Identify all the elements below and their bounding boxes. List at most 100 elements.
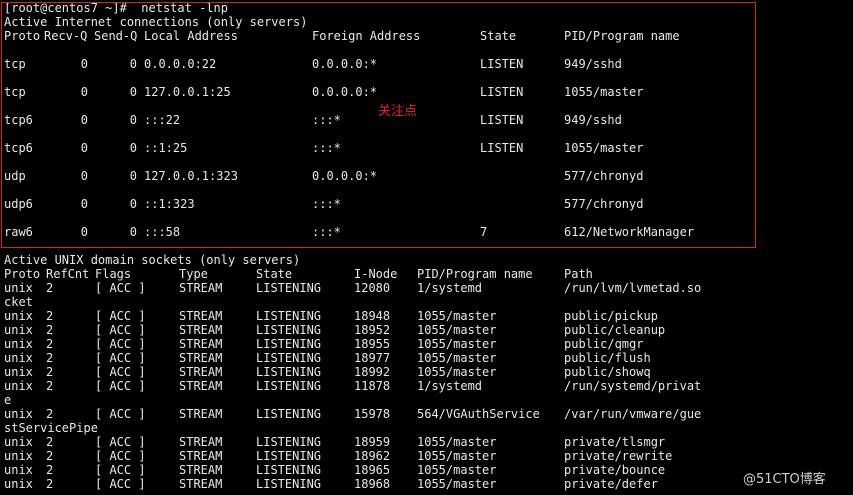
unix-cell: 15978	[354, 407, 391, 421]
unix-cell: [ ACC ]	[95, 365, 146, 379]
unix-cell: 1055/master	[417, 309, 497, 323]
unix-cell: public/cleanup	[564, 323, 666, 337]
unix-cell: private/tlsmgr	[564, 435, 666, 449]
unix-cell: 2	[46, 435, 54, 449]
unix-cell: [ ACC ]	[95, 309, 146, 323]
unix-cell: STREAM	[179, 309, 223, 323]
unix-cell: private/defer	[564, 477, 658, 491]
unix-cell: [ ACC ]	[95, 463, 146, 477]
unix-cell: 18965	[354, 463, 391, 477]
unix-cell: [ ACC ]	[95, 407, 146, 421]
unix-cell: 18948	[354, 309, 391, 323]
unix-cell: 1/systemd	[417, 281, 483, 295]
unix-cell: unix	[4, 435, 33, 449]
unix-cell: 1055/master	[417, 449, 497, 463]
unix-cell: e	[4, 393, 12, 407]
unix-cell: [ ACC ]	[95, 477, 146, 491]
unix-cell: unix	[4, 281, 33, 295]
unix-cell: 2	[46, 477, 54, 491]
unix-cell: [ ACC ]	[95, 379, 146, 393]
unix-cell: 2	[46, 463, 54, 477]
unix-cell: 18962	[354, 449, 391, 463]
unix-cell: LISTENING	[256, 449, 322, 463]
unix-cell: STREAM	[179, 351, 223, 365]
unix-cell: LISTENING	[256, 407, 322, 421]
unix-cell: public/pickup	[564, 309, 658, 323]
unix-cell: unix	[4, 449, 33, 463]
unix-cell: private/rewrite	[564, 449, 673, 463]
unix-cell: public/showq	[564, 365, 651, 379]
unix-header-cell: Path	[564, 267, 593, 281]
unix-cell: unix	[4, 351, 33, 365]
unix-cell: LISTENING	[256, 337, 322, 351]
unix-cell: 1055/master	[417, 337, 497, 351]
unix-cell: unix	[4, 477, 33, 491]
unix-cell: [ ACC ]	[95, 281, 146, 295]
unix-cell: 1/systemd	[417, 379, 483, 393]
unix-cell: 12080	[354, 281, 391, 295]
unix-cell: LISTENING	[256, 379, 322, 393]
unix-cell: 2	[46, 281, 54, 295]
unix-cell: 18968	[354, 477, 391, 491]
unix-cell: 1055/master	[417, 463, 497, 477]
unix-cell: unix	[4, 365, 33, 379]
unix-cell: 18952	[354, 323, 391, 337]
unix-cell: 1055/master	[417, 351, 497, 365]
unix-header-cell: RefCnt	[46, 267, 90, 281]
unix-header-cell: PID/Program name	[417, 267, 533, 281]
unix-header-cell: Type	[179, 267, 208, 281]
unix-cell: unix	[4, 323, 33, 337]
watermark: @51CTO博客	[743, 472, 826, 487]
unix-cell: STREAM	[179, 477, 223, 491]
unix-cell: /var/run/vmware/gue	[564, 407, 702, 421]
unix-cell: 2	[46, 337, 54, 351]
unix-cell: 18959	[354, 435, 391, 449]
unix-cell: STREAM	[179, 407, 223, 421]
unix-cell: STREAM	[179, 449, 223, 463]
unix-cell: [ ACC ]	[95, 449, 146, 463]
unix-cell: cket	[4, 295, 33, 309]
unix-cell: public/qmgr	[564, 337, 644, 351]
unix-cell: 18977	[354, 351, 391, 365]
unix-cell: 1055/master	[417, 477, 497, 491]
unix-cell: LISTENING	[256, 463, 322, 477]
unix-cell: LISTENING	[256, 309, 322, 323]
unix-cell: STREAM	[179, 337, 223, 351]
unix-cell: LISTENING	[256, 281, 322, 295]
unix-cell: [ ACC ]	[95, 435, 146, 449]
unix-header-cell: Proto	[4, 267, 41, 281]
unix-cell: stServicePipe	[4, 421, 98, 435]
unix-cell: 2	[46, 379, 54, 393]
unix-cell: STREAM	[179, 463, 223, 477]
unix-cell: unix	[4, 309, 33, 323]
unix-cell: public/flush	[564, 351, 651, 365]
unix-cell: LISTENING	[256, 351, 322, 365]
unix-cell: STREAM	[179, 323, 223, 337]
unix-header-cell: Flags	[95, 267, 132, 281]
unix-cell: unix	[4, 379, 33, 393]
unix-section-title: Active UNIX domain sockets (only servers…	[4, 253, 301, 267]
annotation-label: 关注点	[378, 104, 418, 119]
unix-cell: 2	[46, 351, 54, 365]
unix-cell: 2	[46, 323, 54, 337]
unix-cell: 1055/master	[417, 323, 497, 337]
unix-cell: LISTENING	[256, 435, 322, 449]
unix-cell: unix	[4, 407, 33, 421]
unix-cell: STREAM	[179, 365, 223, 379]
unix-cell: 2	[46, 365, 54, 379]
unix-cell: [ ACC ]	[95, 323, 146, 337]
unix-cell: 1055/master	[417, 435, 497, 449]
unix-cell: 2	[46, 309, 54, 323]
terminal-window[interactable]: { "prompt": "[root@centos7 ~]# netstat -…	[0, 0, 853, 495]
unix-cell: 2	[46, 449, 54, 463]
unix-cell: unix	[4, 337, 33, 351]
unix-cell: [ ACC ]	[95, 351, 146, 365]
unix-cell: LISTENING	[256, 477, 322, 491]
unix-cell: private/bounce	[564, 463, 666, 477]
unix-cell: /run/systemd/privat	[564, 379, 702, 393]
unix-cell: 18992	[354, 365, 391, 379]
unix-cell: 2	[46, 407, 54, 421]
unix-cell: LISTENING	[256, 323, 322, 337]
unix-cell: LISTENING	[256, 365, 322, 379]
unix-cell: /run/lvm/lvmetad.so	[564, 281, 702, 295]
